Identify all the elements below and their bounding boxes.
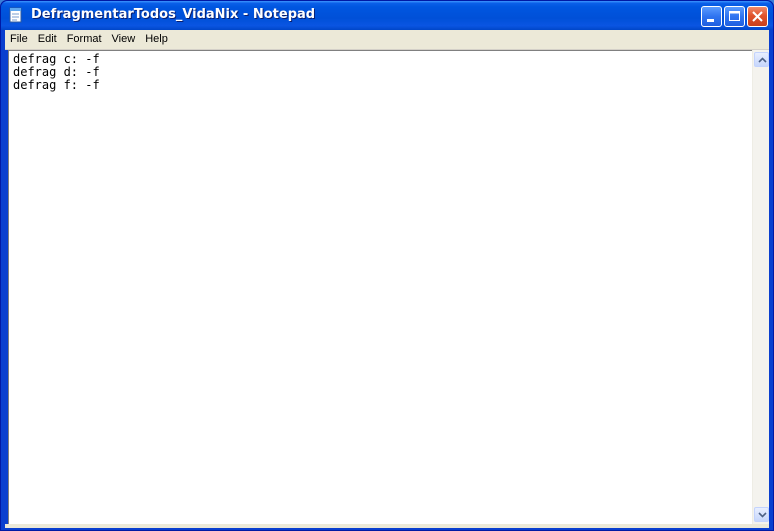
window-title: DefragmentarTodos_VidaNix - Notepad <box>31 7 316 22</box>
scroll-up-arrow-icon <box>758 57 767 63</box>
text-line[interactable]: defrag d: -f <box>9 66 752 79</box>
scroll-down-arrow-icon <box>758 512 767 518</box>
window-bottom-border <box>5 524 769 528</box>
menu-file[interactable]: File <box>5 31 33 48</box>
menu-help[interactable]: Help <box>140 31 173 48</box>
vertical-scrollbar[interactable] <box>752 50 769 524</box>
menu-edit[interactable]: Edit <box>33 31 62 48</box>
scroll-up-button[interactable] <box>754 52 769 67</box>
minimize-button[interactable] <box>701 6 722 27</box>
notepad-icon[interactable] <box>9 7 23 23</box>
menu-bar: File Edit Format View Help <box>5 30 769 50</box>
text-line[interactable]: defrag c: -f <box>9 53 752 66</box>
close-icon <box>752 11 763 22</box>
text-line[interactable]: defrag f: -f <box>9 79 752 92</box>
close-button[interactable] <box>747 6 768 27</box>
maximize-icon <box>729 11 740 21</box>
notepad-window: DefragmentarTodos_VidaNix - Notepad File… <box>0 0 774 531</box>
minimize-icon <box>707 19 714 22</box>
scroll-down-button[interactable] <box>754 507 769 522</box>
menu-format[interactable]: Format <box>62 31 107 48</box>
menu-view[interactable]: View <box>107 31 141 48</box>
editor-content[interactable]: defrag c: -f defrag d: -f defrag f: -f <box>9 51 752 92</box>
title-bar[interactable]: DefragmentarTodos_VidaNix - Notepad <box>1 1 773 30</box>
text-editor[interactable]: defrag c: -f defrag d: -f defrag f: -f <box>8 50 752 524</box>
maximize-button[interactable] <box>724 6 745 27</box>
